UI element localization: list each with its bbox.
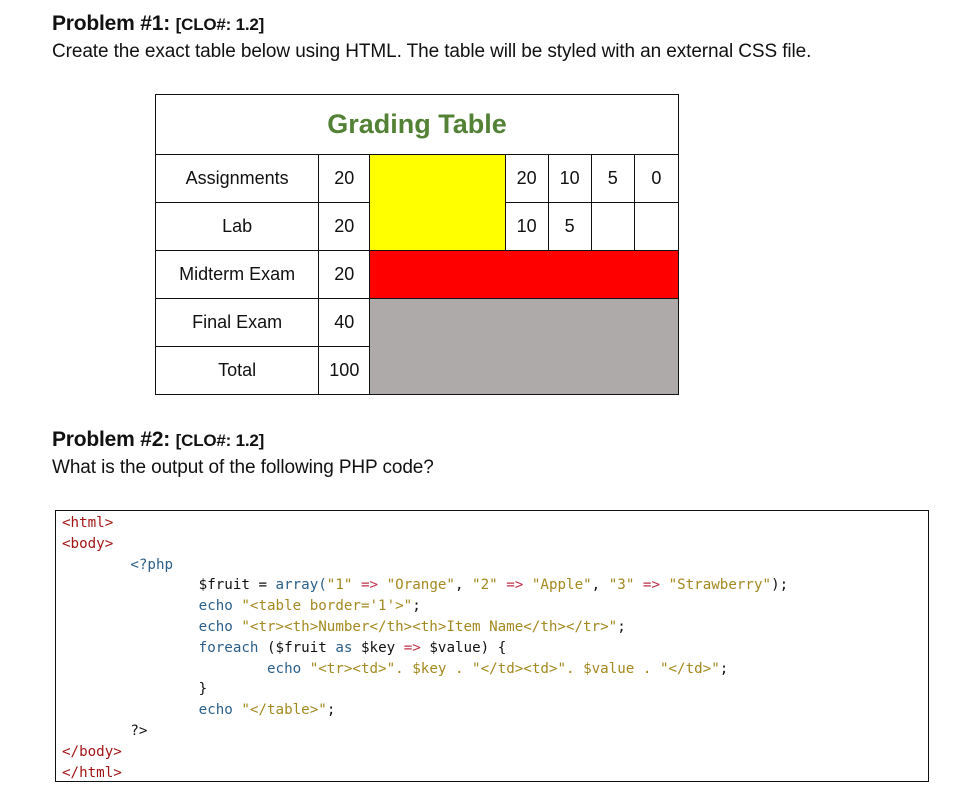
row-points: 20 bbox=[318, 250, 371, 299]
row-label: Total bbox=[154, 346, 320, 395]
code-token: <?php bbox=[130, 556, 174, 573]
yellow-cell bbox=[369, 154, 506, 251]
row-points: 20 bbox=[318, 154, 371, 203]
scale-cell: 20 bbox=[504, 154, 549, 203]
code-token: </body> bbox=[62, 743, 122, 760]
code-token: $key bbox=[412, 660, 447, 677]
code-token: "<tr><th>Number</th><th>Item Name</th></… bbox=[241, 618, 618, 635]
row-points: 40 bbox=[318, 298, 371, 347]
red-cell bbox=[369, 250, 679, 299]
code-token: $key bbox=[361, 639, 396, 656]
row-label: Lab bbox=[154, 202, 320, 251]
row-label: Midterm Exam bbox=[154, 250, 320, 299]
code-token: "</td>" bbox=[659, 660, 720, 677]
code-token: $value) { bbox=[429, 639, 507, 656]
code-token: ?> bbox=[130, 722, 148, 739]
scale-cell: 5 bbox=[590, 154, 635, 203]
code-token: "3" bbox=[608, 577, 635, 594]
row-label: Assignments bbox=[154, 154, 320, 203]
code-token: echo bbox=[198, 702, 233, 719]
code-token: echo bbox=[198, 598, 233, 615]
problem-1-label: Problem #1: bbox=[52, 12, 171, 35]
php-code: <html> <body> <?php $fruit = array("1" =… bbox=[62, 515, 789, 781]
code-token: $fruit bbox=[198, 577, 250, 594]
code-token: "<tr><td>" bbox=[309, 660, 396, 677]
table-row: Final Exam 40 bbox=[154, 298, 679, 395]
code-token: "</table>" bbox=[241, 702, 327, 719]
code-token: "Strawberry" bbox=[668, 577, 772, 594]
code-token: </html> bbox=[62, 764, 122, 781]
scale-cell: 10 bbox=[547, 154, 592, 203]
code-token: } bbox=[198, 681, 208, 698]
code-token: array( bbox=[275, 577, 327, 594]
row-points: 100 bbox=[318, 346, 371, 395]
code-token: <html> bbox=[62, 515, 114, 531]
code-token: "Apple" bbox=[531, 577, 592, 594]
table-row: Assignments 20 20 10 5 0 bbox=[154, 154, 680, 251]
scale-cell: 10 bbox=[504, 202, 549, 251]
problem-1-description: Create the exact table below using HTML.… bbox=[52, 41, 812, 62]
problem-2-title: Problem #2: [CLO#: 1.2] bbox=[52, 428, 264, 452]
code-token: => bbox=[360, 577, 379, 594]
grading-table: Grading Table Assignments 20 20 10 5 0 L… bbox=[154, 94, 680, 395]
code-token: echo bbox=[198, 618, 233, 635]
code-token: "2" bbox=[472, 577, 498, 594]
scale-cell bbox=[633, 202, 680, 251]
problem-2-description: What is the output of the following PHP … bbox=[52, 457, 434, 478]
code-token: $value bbox=[583, 660, 635, 677]
table-row: Midterm Exam 20 bbox=[154, 250, 679, 299]
code-token: echo bbox=[267, 660, 302, 677]
problem-2-clo: [CLO#: 1.2] bbox=[175, 431, 265, 450]
code-token: <body> bbox=[62, 535, 114, 552]
code-token: as bbox=[335, 639, 353, 656]
code-token: "1" bbox=[326, 577, 353, 594]
code-token: => bbox=[506, 577, 524, 594]
problem-2-label: Problem #2: bbox=[52, 428, 171, 451]
problem-1-title: Problem #1: [CLO#: 1.2] bbox=[52, 12, 264, 36]
code-token: => bbox=[403, 639, 421, 656]
problem-1-clo: [CLO#: 1.2] bbox=[175, 15, 265, 34]
scale-cell: 0 bbox=[633, 154, 680, 203]
code-token: => bbox=[642, 577, 661, 594]
code-token: "</td><td>" bbox=[472, 660, 566, 677]
code-token: ($fruit bbox=[267, 639, 327, 656]
scale-cell: 5 bbox=[547, 202, 592, 251]
row-points: 20 bbox=[318, 202, 371, 251]
code-block: <html> <body> <?php $fruit = array("1" =… bbox=[55, 510, 929, 782]
grading-table-caption: Grading Table bbox=[155, 94, 679, 155]
scale-cell bbox=[590, 202, 635, 251]
code-token: "<table border='1'>" bbox=[241, 598, 413, 615]
code-token: foreach bbox=[198, 639, 259, 656]
code-token: "Orange" bbox=[386, 577, 455, 594]
gray-cell bbox=[369, 298, 679, 395]
row-label: Final Exam bbox=[154, 298, 320, 347]
code-token: = bbox=[249, 577, 276, 594]
